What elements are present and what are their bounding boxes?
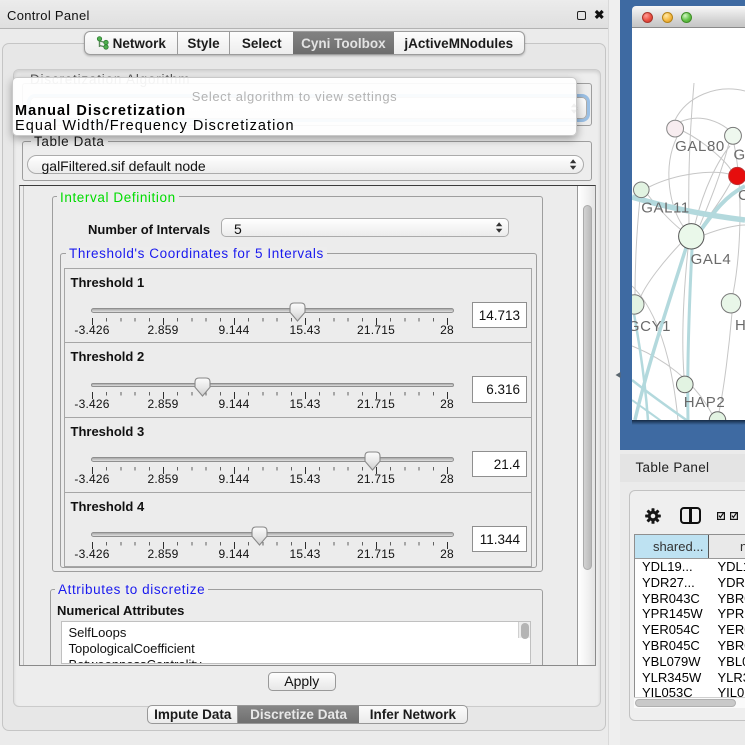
svg-text:GAL11: GAL11 (641, 200, 690, 217)
svg-text:HAP2: HAP2 (684, 394, 726, 411)
svg-text:GAL80: GAL80 (675, 138, 725, 155)
svg-text:HI: HI (735, 317, 745, 334)
svg-text:GAL4: GAL4 (691, 251, 732, 268)
svg-text:GA: GA (734, 147, 745, 164)
svg-text:CD: CD (738, 187, 745, 204)
svg-text:GCY1: GCY1 (632, 318, 671, 335)
